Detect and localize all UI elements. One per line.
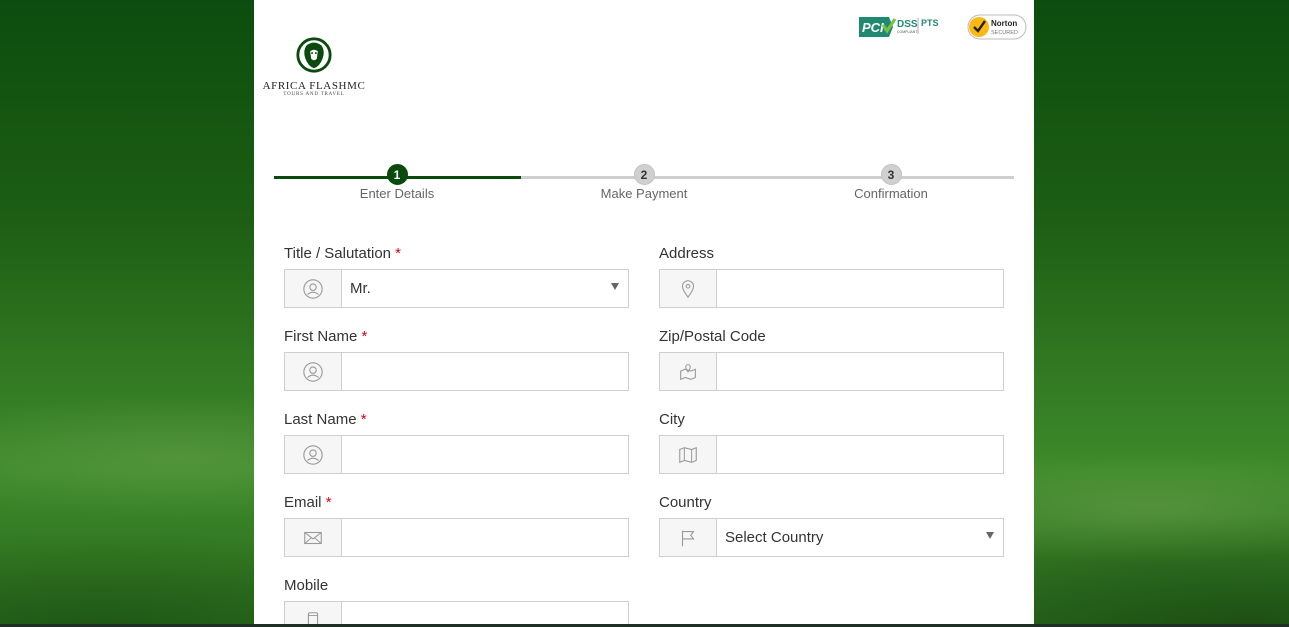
address-field: Address <box>659 245 1004 308</box>
flag-icon <box>681 530 695 546</box>
step-label: Make Payment <box>600 186 688 201</box>
user-icon <box>303 278 323 299</box>
address-input[interactable] <box>717 270 1003 307</box>
country-select-value: Select Country <box>725 529 824 546</box>
email-input[interactable] <box>342 519 628 556</box>
step-label: Confirmation <box>854 186 928 201</box>
map-icon <box>679 446 697 463</box>
last-name-label: Last Name <box>284 411 357 428</box>
pci-dss-badge-icon: PCI DSS COMPLIANT PTS <box>859 17 939 37</box>
zip-input[interactable] <box>717 353 1003 390</box>
step-label: Enter Details <box>359 186 435 201</box>
last-name-field: Last Name * <box>284 411 629 474</box>
title-field: Title / Salutation * Mr. <box>284 245 629 308</box>
required-marker: * <box>395 245 402 262</box>
pts-text: PTS <box>921 18 939 28</box>
email-field: Email * <box>284 494 629 557</box>
step-number: 1 <box>386 164 408 185</box>
address-label: Address <box>659 245 715 262</box>
zip-label: Zip/Postal Code <box>659 328 766 345</box>
chevron-down-icon <box>986 532 994 539</box>
norton-sub-text: SECURED <box>991 30 1018 36</box>
map-pin-icon <box>681 279 695 298</box>
email-label: Email <box>284 494 322 511</box>
mobile-input[interactable] <box>342 602 628 624</box>
first-name-input[interactable] <box>342 353 628 390</box>
step-number: 3 <box>880 164 902 185</box>
user-icon <box>303 361 323 382</box>
title-select[interactable]: Mr. <box>342 270 628 307</box>
step-confirmation[interactable]: 3 Confirmation <box>831 164 951 201</box>
norton-text: Norton <box>991 19 1017 28</box>
mobile-phone-icon <box>307 611 319 624</box>
first-name-label: First Name <box>284 328 358 345</box>
checkout-stepper: 1 Enter Details 2 Make Payment 3 Confirm… <box>274 162 1014 212</box>
brand-logo[interactable]: AFRICA FLASHMC TOURS AND TRAVEL <box>262 36 366 100</box>
pci-sub-text: COMPLIANT <box>897 30 918 34</box>
booking-card: AFRICA FLASHMC TOURS AND TRAVEL PCI DSS … <box>254 0 1034 624</box>
last-name-input[interactable] <box>342 436 628 473</box>
envelope-icon <box>304 531 322 544</box>
mobile-label: Mobile <box>284 577 329 594</box>
required-marker: * <box>361 328 368 345</box>
pci-text: PCI <box>862 20 884 35</box>
map-marker-fold-icon <box>680 363 696 380</box>
chevron-down-icon <box>611 283 619 290</box>
brand-tagline: TOURS AND TRAVEL <box>283 92 345 97</box>
country-label: Country <box>659 494 712 511</box>
step-make-payment[interactable]: 2 Make Payment <box>584 164 704 201</box>
step-enter-details[interactable]: 1 Enter Details <box>337 164 457 201</box>
city-label: City <box>659 411 685 428</box>
step-number: 2 <box>633 164 655 185</box>
user-icon <box>303 444 323 465</box>
norton-secured-badge-icon: Norton SECURED <box>967 14 1027 40</box>
brand-name: AFRICA FLASHMC <box>262 80 366 92</box>
mobile-field: Mobile <box>284 577 629 624</box>
city-input[interactable] <box>717 436 1003 473</box>
title-select-value: Mr. <box>350 280 371 297</box>
country-select[interactable]: Select Country <box>717 519 1003 556</box>
lion-logo-icon <box>296 37 332 73</box>
required-marker: * <box>360 411 367 428</box>
country-field: Country Select Country <box>659 494 1004 557</box>
dss-text: DSS <box>897 19 918 30</box>
title-label: Title / Salutation <box>284 245 391 262</box>
first-name-field: First Name * <box>284 328 629 391</box>
city-field: City <box>659 411 1004 474</box>
zip-field: Zip/Postal Code <box>659 328 1004 391</box>
required-marker: * <box>325 494 332 511</box>
